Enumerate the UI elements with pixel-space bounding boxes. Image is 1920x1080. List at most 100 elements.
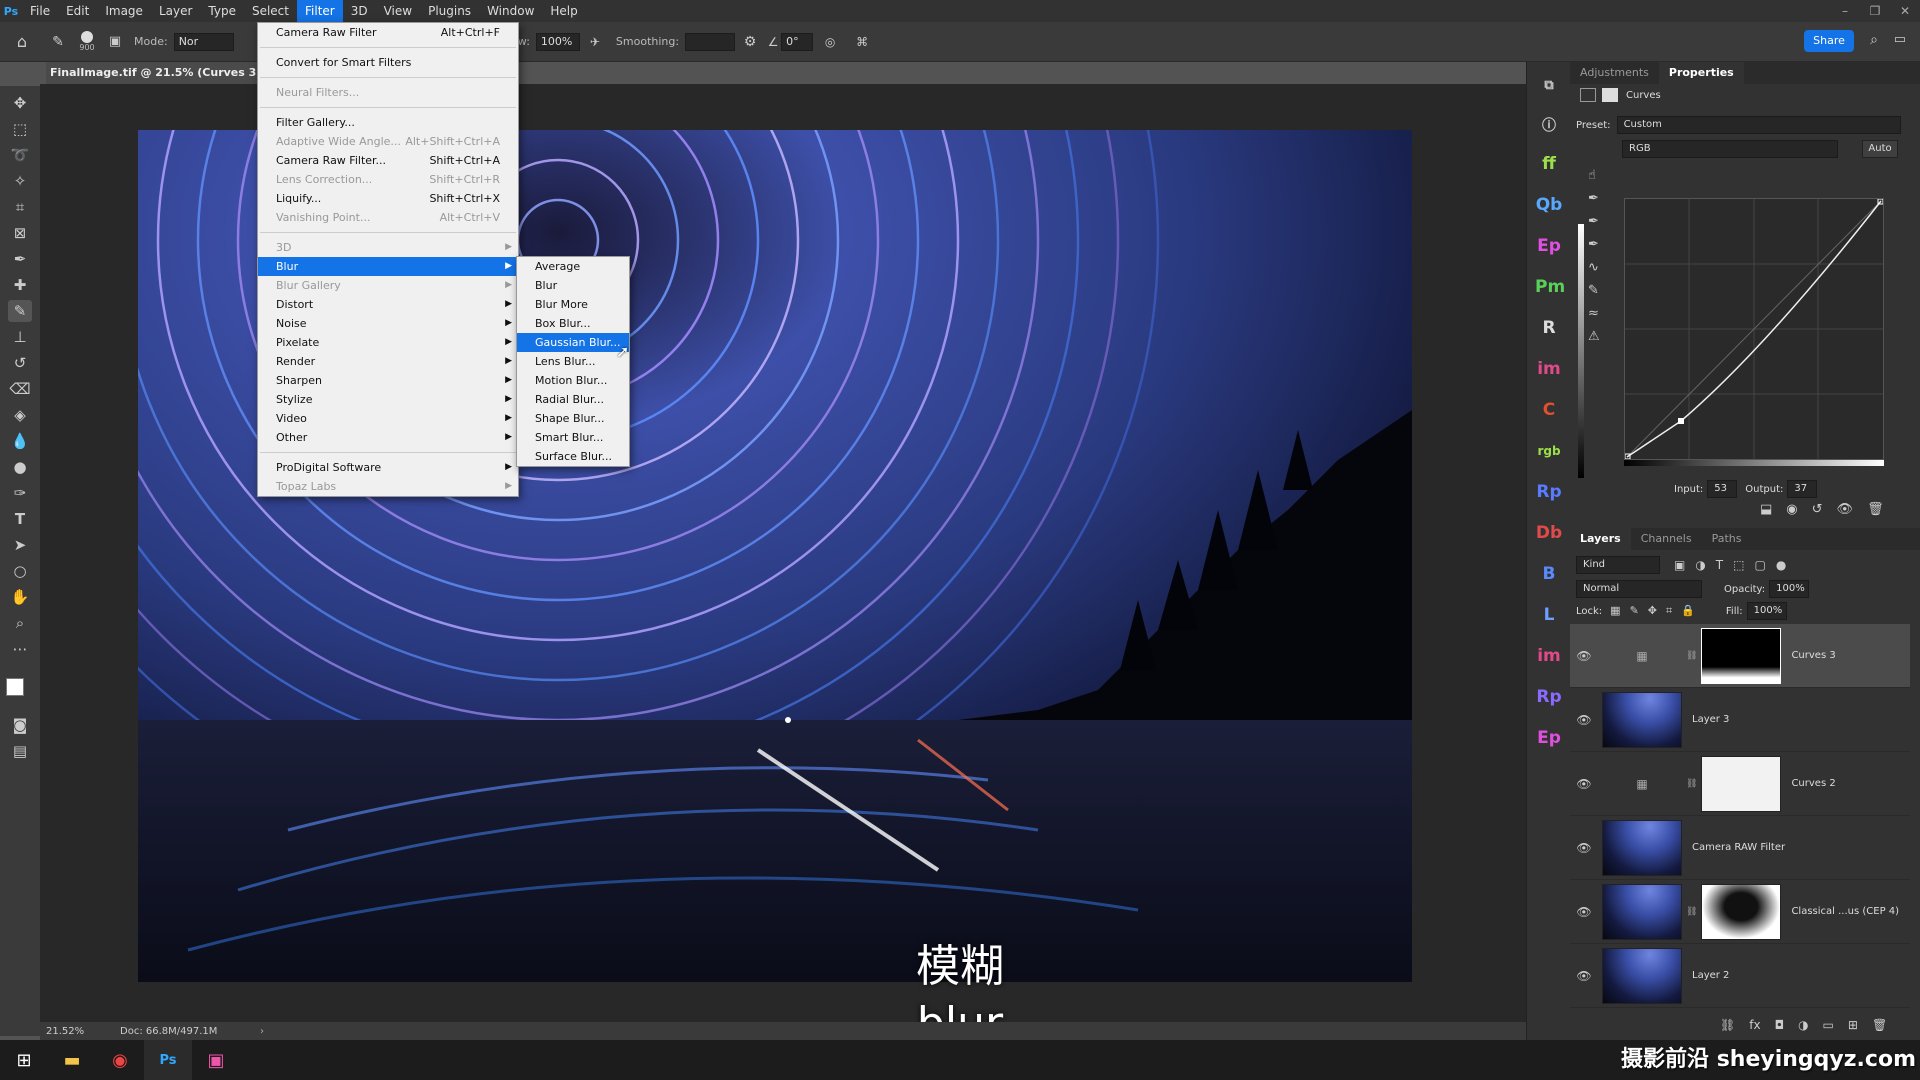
plugin-im-icon[interactable]: im bbox=[1535, 642, 1563, 670]
layer-mask-thumbnail[interactable] bbox=[1701, 883, 1782, 940]
mode-select[interactable]: Nor bbox=[173, 32, 234, 51]
menu-item-distort[interactable]: Distort ▶ bbox=[258, 295, 518, 314]
menu-item-gaussian-blur[interactable]: Gaussian Blur... bbox=[517, 333, 629, 352]
layer-filter-select[interactable]: Kind bbox=[1576, 556, 1660, 574]
symmetry-icon[interactable]: ⌘ bbox=[847, 35, 877, 49]
frame-tool-icon[interactable]: ⊠ bbox=[8, 222, 32, 244]
menu-item-noise[interactable]: Noise ▶ bbox=[258, 314, 518, 333]
tab-paths[interactable]: Paths bbox=[1702, 528, 1752, 550]
menu-select[interactable]: Select bbox=[244, 0, 297, 22]
crop-tool-icon[interactable]: ⌗ bbox=[8, 196, 32, 218]
tab-channels[interactable]: Channels bbox=[1631, 528, 1702, 550]
new-group-icon[interactable]: ▭ bbox=[1823, 1018, 1834, 1032]
file-explorer-icon[interactable]: ▬ bbox=[48, 1040, 96, 1080]
layer-visibility-icon[interactable]: 👁 bbox=[1570, 713, 1598, 727]
menu-window[interactable]: Window bbox=[479, 0, 542, 22]
trash-icon[interactable]: 🗑 bbox=[1867, 502, 1884, 517]
plugin-rp-icon[interactable]: Rp bbox=[1535, 478, 1563, 506]
dodge-tool-icon[interactable]: ● bbox=[8, 456, 32, 478]
menu-plugins[interactable]: Plugins bbox=[420, 0, 479, 22]
plugin-pm-icon[interactable]: Pm bbox=[1535, 273, 1565, 301]
tab-properties[interactable]: Properties bbox=[1658, 62, 1744, 84]
angle-input[interactable]: 0° bbox=[781, 32, 814, 51]
menu-item-lens-correction[interactable]: Lens Correction... Shift+Ctrl+R bbox=[258, 170, 518, 189]
menu-item-surface-blur[interactable]: Surface Blur... bbox=[517, 447, 629, 466]
layer-row[interactable]: 👁 Camera RAW Filter bbox=[1570, 816, 1910, 880]
curves-graph[interactable] bbox=[1624, 198, 1884, 460]
fill-input[interactable]: 100% bbox=[1746, 602, 1787, 620]
menu-item-lens-blur[interactable]: Lens Blur... bbox=[517, 352, 629, 371]
visibility-icon[interactable]: 👁 bbox=[1837, 502, 1854, 517]
history-brush-tool-icon[interactable]: ↺ bbox=[8, 352, 32, 374]
mask-icon[interactable] bbox=[1602, 88, 1618, 102]
plugin-db-icon[interactable]: Db bbox=[1535, 519, 1563, 547]
brush-tool-icon[interactable]: ✎ bbox=[8, 300, 32, 322]
tab-layers[interactable]: Layers bbox=[1570, 528, 1631, 550]
plugin-r-icon[interactable]: R bbox=[1535, 314, 1563, 342]
menu-item-topaz-labs[interactable]: Topaz Labs ▶ bbox=[258, 477, 518, 496]
brush-tool-icon[interactable]: ✎ bbox=[44, 34, 72, 50]
smooth-curve-icon[interactable]: ≈ bbox=[1588, 306, 1600, 321]
menu-item-shape-blur[interactable]: Shape Blur... bbox=[517, 409, 629, 428]
menu-item-stylize[interactable]: Stylize ▶ bbox=[258, 390, 518, 409]
eyedropper-tool-icon[interactable]: ✒ bbox=[8, 248, 32, 270]
plugin-ep-icon[interactable]: Ep bbox=[1535, 232, 1563, 260]
menu-item-vanishing-point[interactable]: Vanishing Point... Alt+Ctrl+V bbox=[258, 208, 518, 227]
on-image-adjust-icon[interactable]: ☝ bbox=[1588, 168, 1600, 183]
view-previous-icon[interactable]: ◉ bbox=[1786, 502, 1797, 517]
layer-visibility-icon[interactable]: 👁 bbox=[1570, 969, 1598, 983]
brush-settings-icon[interactable]: ▣ bbox=[102, 34, 128, 49]
zoom-level[interactable]: 21.52% bbox=[40, 1026, 120, 1037]
blend-mode-select[interactable]: Normal bbox=[1576, 580, 1702, 598]
reset-icon[interactable]: ↺ bbox=[1812, 502, 1823, 517]
new-adjustment-icon[interactable]: ◑ bbox=[1798, 1018, 1808, 1032]
pressure-opacity-icon[interactable]: ◎ bbox=[813, 35, 847, 49]
lasso-tool-icon[interactable]: ➰ bbox=[8, 144, 32, 166]
search-icon[interactable]: ⌕ bbox=[1870, 32, 1878, 48]
stamp-tool-icon[interactable]: ⊥ bbox=[8, 326, 32, 348]
menu-item-blur[interactable]: Blur bbox=[517, 276, 629, 295]
menu-item-3d[interactable]: 3D ▶ bbox=[258, 238, 518, 257]
input-value[interactable]: 53 bbox=[1707, 480, 1738, 498]
brush-size-picker[interactable]: 900 bbox=[72, 31, 102, 52]
fx-icon[interactable]: fx bbox=[1749, 1018, 1760, 1032]
menu-item-pixelate[interactable]: Pixelate ▶ bbox=[258, 333, 518, 352]
mask-link-icon[interactable]: ⛓ bbox=[1686, 651, 1697, 661]
menu-item-radial-blur[interactable]: Radial Blur... bbox=[517, 390, 629, 409]
screen-mode-icon[interactable]: ▤ bbox=[8, 740, 32, 762]
menu-type[interactable]: Type bbox=[200, 0, 244, 22]
menu-item-blur[interactable]: Blur ▶ bbox=[258, 257, 518, 276]
layer-mask-thumbnail[interactable] bbox=[1701, 627, 1782, 684]
layer-visibility-icon[interactable]: 👁 bbox=[1570, 841, 1598, 855]
blur-tool-icon[interactable]: 💧 bbox=[8, 430, 32, 452]
flow-input[interactable]: 100% bbox=[535, 32, 580, 51]
layer-row[interactable]: 👁 Layer 3 bbox=[1570, 688, 1910, 752]
layer-mask-thumbnail[interactable] bbox=[1701, 755, 1782, 812]
menu-item-camera-raw-filter[interactable]: Camera Raw Filter... Shift+Ctrl+A bbox=[258, 151, 518, 170]
plugin-qb-icon[interactable]: Qb bbox=[1535, 191, 1563, 219]
layer-row[interactable]: 👁 ▦ ⛓ Curves 2 bbox=[1570, 752, 1910, 816]
airbrush-icon[interactable]: ✈ bbox=[580, 35, 610, 49]
menu-item-filter-gallery[interactable]: Filter Gallery... bbox=[258, 113, 518, 132]
close-icon[interactable]: ✕ bbox=[1890, 0, 1920, 22]
layer-visibility-icon[interactable]: 👁 bbox=[1570, 777, 1598, 791]
menu-item-render[interactable]: Render ▶ bbox=[258, 352, 518, 371]
eraser-tool-icon[interactable]: ⌫ bbox=[8, 378, 32, 400]
quick-select-tool-icon[interactable]: ✧ bbox=[8, 170, 32, 192]
pen-tool-icon[interactable]: ✑ bbox=[8, 482, 32, 504]
menu-item-smart-blur[interactable]: Smart Blur... bbox=[517, 428, 629, 447]
plugin-c-icon[interactable]: C bbox=[1535, 396, 1563, 424]
menu-item-motion-blur[interactable]: Motion Blur... bbox=[517, 371, 629, 390]
healing-brush-tool-icon[interactable]: ✚ bbox=[8, 274, 32, 296]
clipping-warning-icon[interactable]: ⚠ bbox=[1588, 329, 1600, 344]
mask-link-icon[interactable]: ⛓ bbox=[1686, 779, 1697, 789]
plugin-l-icon[interactable]: L bbox=[1535, 601, 1563, 629]
plugin-ep-icon[interactable]: Ep bbox=[1535, 724, 1563, 752]
menu-view[interactable]: View bbox=[376, 0, 420, 22]
smoothing-input[interactable] bbox=[685, 32, 736, 51]
plugin-b-icon[interactable]: B bbox=[1535, 560, 1563, 588]
layer-visibility-icon[interactable]: 👁 bbox=[1570, 905, 1598, 919]
add-mask-icon[interactable]: ◘ bbox=[1775, 1018, 1785, 1032]
black-point-eyedropper-icon[interactable]: ✒ bbox=[1588, 191, 1600, 206]
white-point-eyedropper-icon[interactable]: ✒ bbox=[1588, 237, 1600, 252]
